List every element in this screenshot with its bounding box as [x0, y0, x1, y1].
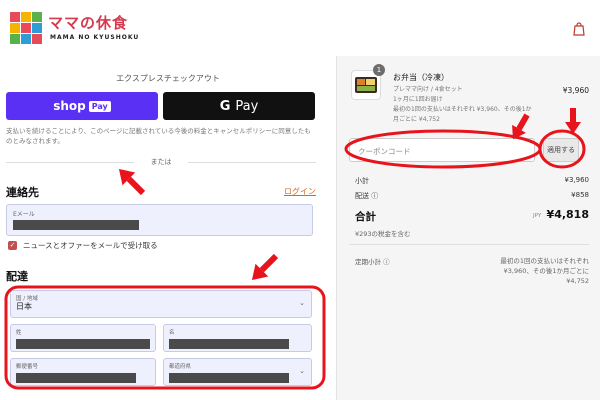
shop-pay-badge: Pay [88, 100, 111, 112]
first-name-label: 名 [169, 330, 175, 336]
shopping-bag-icon[interactable] [573, 22, 585, 36]
prefecture-label: 都道府県 [169, 364, 192, 370]
email-label: Eメール [13, 211, 35, 218]
postal-code-label: 郵便番号 [16, 364, 39, 370]
shipping-label: 配送 ⓘ [355, 192, 379, 200]
logo-mark-icon [10, 12, 42, 44]
total-value: ¥4,818 [546, 208, 589, 221]
shop-pay-button[interactable]: shop Pay [6, 92, 158, 120]
summary-divider [349, 244, 589, 245]
payment-notice: 支払いを続けることにより、このページに記載されている今後の料金とキャンセルポリシ… [6, 127, 311, 145]
recurring-text-line1: 最初の1回の支払いはそれぞれ [500, 257, 589, 265]
login-link[interactable]: ログイン [284, 186, 316, 197]
brand-logo[interactable]: ママの休食 MAMA NO KYUSHOKU [8, 6, 148, 50]
contact-title: 連絡先 [6, 186, 39, 199]
coupon-code-input[interactable]: クーポンコード [349, 138, 535, 162]
last-name-field[interactable]: 姓 [10, 324, 156, 352]
or-divider: または [6, 156, 316, 168]
subtotal-value: ¥3,960 [564, 176, 590, 184]
express-checkout-title: エクスプレスチェックアウト [116, 74, 220, 83]
shipping-value: ¥858 [571, 191, 589, 199]
coupon-placeholder: クーポンコード [358, 147, 411, 156]
order-summary: 1 お弁当（冷凍） プレママ向け / 4食セット 1ヶ月に1回お届け 最初の1回… [336, 56, 600, 400]
redacted-postal-code [16, 373, 136, 383]
first-name-field[interactable]: 名 [163, 324, 312, 352]
checkout-form: エクスプレスチェックアウト shop Pay G Pay 支払いを続けることによ… [0, 56, 336, 400]
redacted-first-name [169, 339, 289, 349]
recurring-text-line2: ¥3,960、その後1か月ごとに [503, 267, 589, 275]
last-name-label: 姓 [16, 330, 22, 336]
logo-subtext: MAMA NO KYUSHOKU [50, 34, 140, 41]
product-name: お弁当（冷凍） [393, 73, 449, 82]
checkout-page: ママの休食 MAMA NO KYUSHOKU エクスプレスチェックアウト sho… [0, 0, 600, 400]
newsletter-option[interactable]: ✓ ニュースとオファーをメールで受け取る [8, 240, 158, 250]
recurring-text-line3: ¥4,752 [566, 277, 589, 285]
recurring-subtotal-text: 最初の1回の支払いはそれぞれ ¥3,960、その後1か月ごとに ¥4,752 [457, 256, 589, 286]
delivery-frequency: 1ヶ月に1回お届け [393, 96, 443, 103]
subscription-terms: 最初の1回の支払いはそれぞれ ¥3,960、その後1か [393, 106, 532, 113]
chevron-down-icon: ⌄ [299, 299, 305, 307]
product-price: ¥3,960 [562, 86, 589, 95]
subtotal-label: 小計 [355, 177, 369, 185]
prefecture-select[interactable]: 都道府県 ⌄ [163, 358, 312, 386]
google-g-icon: G [219, 98, 231, 114]
apply-coupon-button[interactable]: 適用する [543, 138, 579, 162]
divider-line-right [188, 162, 316, 163]
tax-note: ¥293の税金を含む [355, 230, 411, 238]
chevron-down-icon: ⌄ [299, 367, 305, 375]
redacted-prefecture [169, 373, 289, 383]
google-pay-label: Pay [235, 98, 259, 114]
delivery-title: 配達 [6, 270, 28, 283]
logo-text: ママの休食 [48, 14, 129, 32]
country-select[interactable]: 国 / 地域 日本 ⌄ [10, 290, 312, 318]
product-variant: プレママ向け / 4食セット [393, 86, 463, 93]
recurring-subtotal-label: 定期小計 ⓘ [355, 258, 390, 266]
shop-pay-label: shop [53, 99, 86, 113]
postal-code-field[interactable]: 郵便番号 [10, 358, 156, 386]
subscription-terms-cont: 月ごとに ¥4,752 [393, 116, 440, 123]
email-field[interactable]: Eメール [6, 204, 313, 236]
total-label: 合計 [355, 211, 376, 223]
quantity-badge: 1 [373, 64, 385, 76]
country-value: 日本 [16, 302, 32, 311]
newsletter-label: ニュースとオファーをメールで受け取る [23, 240, 158, 250]
redacted-last-name [16, 339, 150, 349]
redacted-email [13, 220, 139, 230]
header: ママの休食 MAMA NO KYUSHOKU [0, 0, 600, 56]
google-pay-button[interactable]: G Pay [163, 92, 315, 120]
newsletter-checkbox[interactable]: ✓ [8, 240, 17, 250]
